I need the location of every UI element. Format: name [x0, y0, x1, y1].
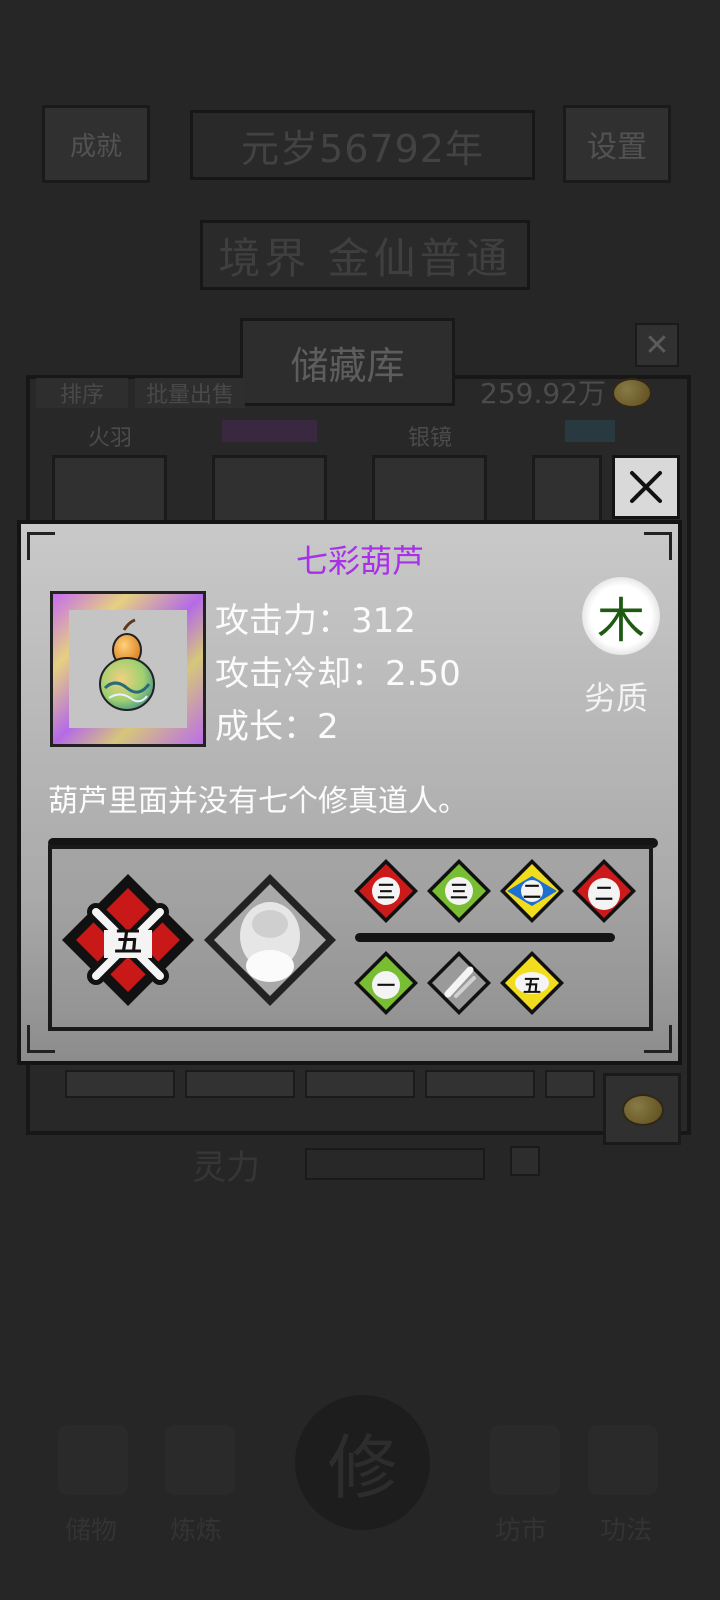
category-tab-3[interactable]: 银镜	[408, 420, 452, 452]
item-slot[interactable]	[532, 455, 602, 525]
achievement-button[interactable]: 成就	[42, 105, 150, 183]
storage-bottom-tab[interactable]	[185, 1070, 295, 1098]
skills-nav-icon[interactable]	[588, 1425, 658, 1495]
stat-growth: 成长：2	[215, 699, 339, 748]
spirit-orb-icon	[204, 874, 336, 1006]
coin-icon	[622, 1094, 664, 1126]
nav-label-refine: 炼炼	[170, 1516, 223, 1546]
year-display: 元岁56792年	[190, 110, 535, 180]
storage-bottom-tab[interactable]	[65, 1070, 175, 1098]
skill-emblem-top-1[interactable]: 三	[353, 858, 419, 924]
storage-bottom-tab[interactable]	[425, 1070, 535, 1098]
quality-label: 劣质	[584, 679, 649, 717]
realm-display: 境界 金仙普通	[200, 220, 530, 290]
stat-cooldown-value: 2.50	[385, 654, 461, 694]
main-skill-emblem[interactable]: 五	[60, 872, 196, 1008]
item-description: 葫芦里面并没有七个修真道人。	[48, 784, 468, 819]
cultivate-nav-button[interactable]: 修	[295, 1395, 430, 1530]
popup-close-button[interactable]	[612, 455, 680, 519]
storage-close-button[interactable]: ✕	[635, 323, 679, 367]
nav-label-storage: 储物	[65, 1516, 118, 1546]
item-icon-frame	[50, 591, 206, 747]
settings-button[interactable]: 设置	[563, 105, 671, 183]
main-skill-label: 五	[113, 925, 142, 958]
coin-icon	[612, 378, 652, 408]
spirit-bar	[305, 1148, 485, 1180]
category-tab-4[interactable]	[565, 420, 615, 442]
item-slot[interactable]	[52, 455, 167, 525]
nav-label-skills: 功法	[600, 1516, 653, 1546]
item-name: 七彩葫芦	[295, 542, 424, 580]
skill-emblem-top-4[interactable]: 二	[571, 858, 637, 924]
skill-emblem-bottom-2[interactable]	[426, 950, 492, 1016]
stat-attack: 攻击力：312	[215, 593, 416, 642]
spirit-plus-button[interactable]	[510, 1146, 540, 1176]
skill-emblem-top-3[interactable]: 二	[499, 858, 565, 924]
stat-cooldown-label: 攻击冷却：	[215, 654, 385, 694]
element-badge: 木	[582, 577, 660, 655]
gourd-icon	[99, 618, 155, 711]
storage-bottom-tab[interactable]	[545, 1070, 595, 1098]
spirit-label: 灵力	[192, 1148, 260, 1188]
skill-emblem-top-4-label: 二	[595, 884, 613, 905]
stat-cooldown: 攻击冷却：2.50	[215, 646, 461, 695]
skill-emblem-bottom-3-label: 五	[523, 976, 541, 997]
market-nav-icon[interactable]	[490, 1425, 560, 1495]
skill-emblem-bottom-1[interactable]: 一	[353, 950, 419, 1016]
stat-attack-value: 312	[351, 601, 416, 641]
skill-emblem-top-2[interactable]: 三	[426, 858, 492, 924]
storage-bottom-tab[interactable]	[305, 1070, 415, 1098]
stat-attack-label: 攻击力：	[215, 601, 351, 641]
secondary-skill-emblem[interactable]	[202, 872, 338, 1008]
achievement-label: 成就	[69, 131, 122, 162]
sort-button[interactable]: 排序	[36, 378, 128, 408]
category-tab-2[interactable]	[222, 420, 317, 442]
bulk-sell-button[interactable]: 批量出售	[135, 378, 245, 408]
storage-nav-icon[interactable]	[58, 1425, 128, 1495]
category-tab-1[interactable]: 火羽	[88, 420, 132, 452]
close-icon	[630, 471, 662, 503]
refine-nav-icon[interactable]	[165, 1425, 235, 1495]
coin-button[interactable]	[603, 1073, 681, 1145]
money-amount: 259.92万	[480, 377, 606, 410]
item-icon-background	[69, 610, 187, 728]
nav-label-market: 坊市	[495, 1516, 548, 1546]
skill-emblem-bottom-3[interactable]: 五	[499, 950, 565, 1016]
stat-growth-label: 成长：	[215, 707, 317, 747]
skill-emblem-top-2-label: 三	[450, 882, 468, 903]
skill-emblem-top-3-label: 二	[523, 882, 541, 903]
item-slot[interactable]	[212, 455, 327, 525]
blade-icon	[427, 951, 491, 1015]
skill-emblem-top-1-label: 三	[377, 882, 395, 903]
settings-label: 设置	[587, 130, 647, 165]
stat-growth-value: 2	[317, 707, 339, 747]
brush-stroke-divider	[355, 933, 615, 942]
skill-emblem-bottom-1-label: 一	[377, 976, 395, 997]
storage-title: 储藏库	[240, 318, 455, 406]
item-slot[interactable]	[372, 455, 487, 525]
